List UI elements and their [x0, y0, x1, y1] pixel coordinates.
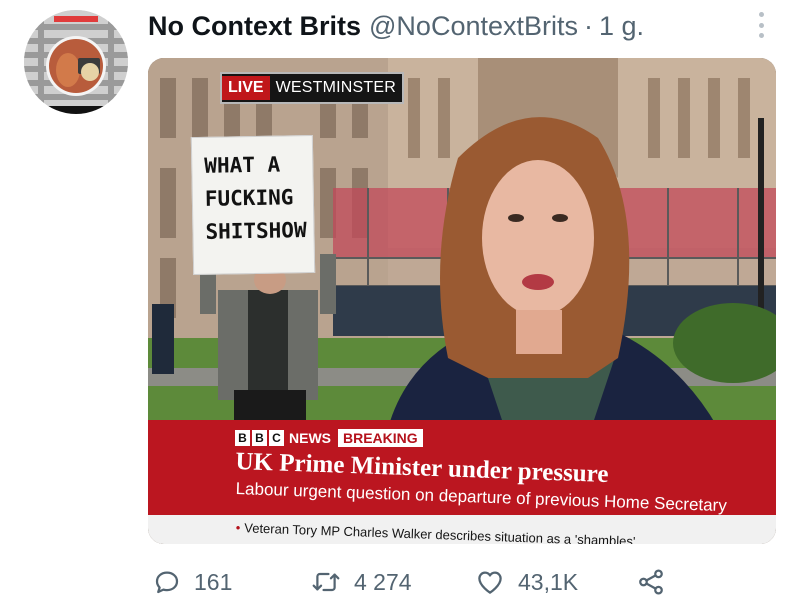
sign-line: FUCKING: [204, 185, 294, 211]
reply-count: 161: [194, 568, 233, 595]
news-label: NEWS: [289, 430, 331, 446]
news-ticker-strip: • Veteran Tory MP Charles Walker describe…: [148, 515, 776, 544]
display-name[interactable]: No Context Brits: [148, 11, 361, 42]
location-label: WESTMINSTER: [275, 79, 396, 96]
share-button[interactable]: [636, 562, 666, 602]
tweet-timestamp[interactable]: 1 g.: [599, 11, 644, 42]
tweet-header: No Context Brits @NoContextBrits · 1 g.: [148, 8, 644, 44]
retweet-icon: [312, 572, 340, 592]
live-location-tag: LIVE WESTMINSTER: [220, 72, 404, 104]
sign-line: SHITSHOW: [205, 218, 307, 244]
user-handle[interactable]: @NoContextBrits: [369, 11, 578, 42]
share-icon: [639, 569, 663, 595]
protest-sign: WHAT A FUCKING SHITSHOW: [190, 134, 316, 276]
ticker-bullet: •: [235, 520, 241, 536]
profile-avatar[interactable]: [24, 10, 128, 114]
bbc-logo-letter: B: [252, 430, 267, 446]
retweet-count: 4 274: [354, 568, 412, 595]
heart-icon: [478, 571, 502, 594]
bbc-news-breaking-label: B B C NEWS BREAKING: [235, 428, 423, 448]
ticker-text-row: • Veteran Tory MP Charles Walker describe…: [235, 520, 635, 544]
ticker-text: Veteran Tory MP Charles Walker describes…: [244, 520, 636, 544]
bbc-logo-letter: B: [235, 430, 250, 446]
reply-bubble-icon: [155, 571, 179, 594]
bbc-logo-letter: C: [269, 430, 284, 446]
separator: ·: [584, 10, 593, 41]
like-count: 43,1K: [518, 568, 579, 595]
sign-line: WHAT A: [204, 152, 281, 178]
live-label: LIVE: [222, 76, 270, 100]
more-vertical-icon: [758, 12, 764, 17]
tweet-media-image[interactable]: LIVE WESTMINSTER WHAT A FUCKING SHITSHOW…: [148, 58, 776, 544]
more-options-button[interactable]: [752, 12, 770, 38]
breaking-badge: BREAKING: [338, 429, 423, 447]
avatar-image: [24, 10, 128, 114]
retweet-button[interactable]: 4 274: [310, 562, 412, 602]
tweet-actions: 161 4 274 43,1K: [0, 562, 800, 602]
reply-button[interactable]: 161: [152, 562, 232, 602]
like-button[interactable]: 43,1K: [474, 562, 578, 602]
